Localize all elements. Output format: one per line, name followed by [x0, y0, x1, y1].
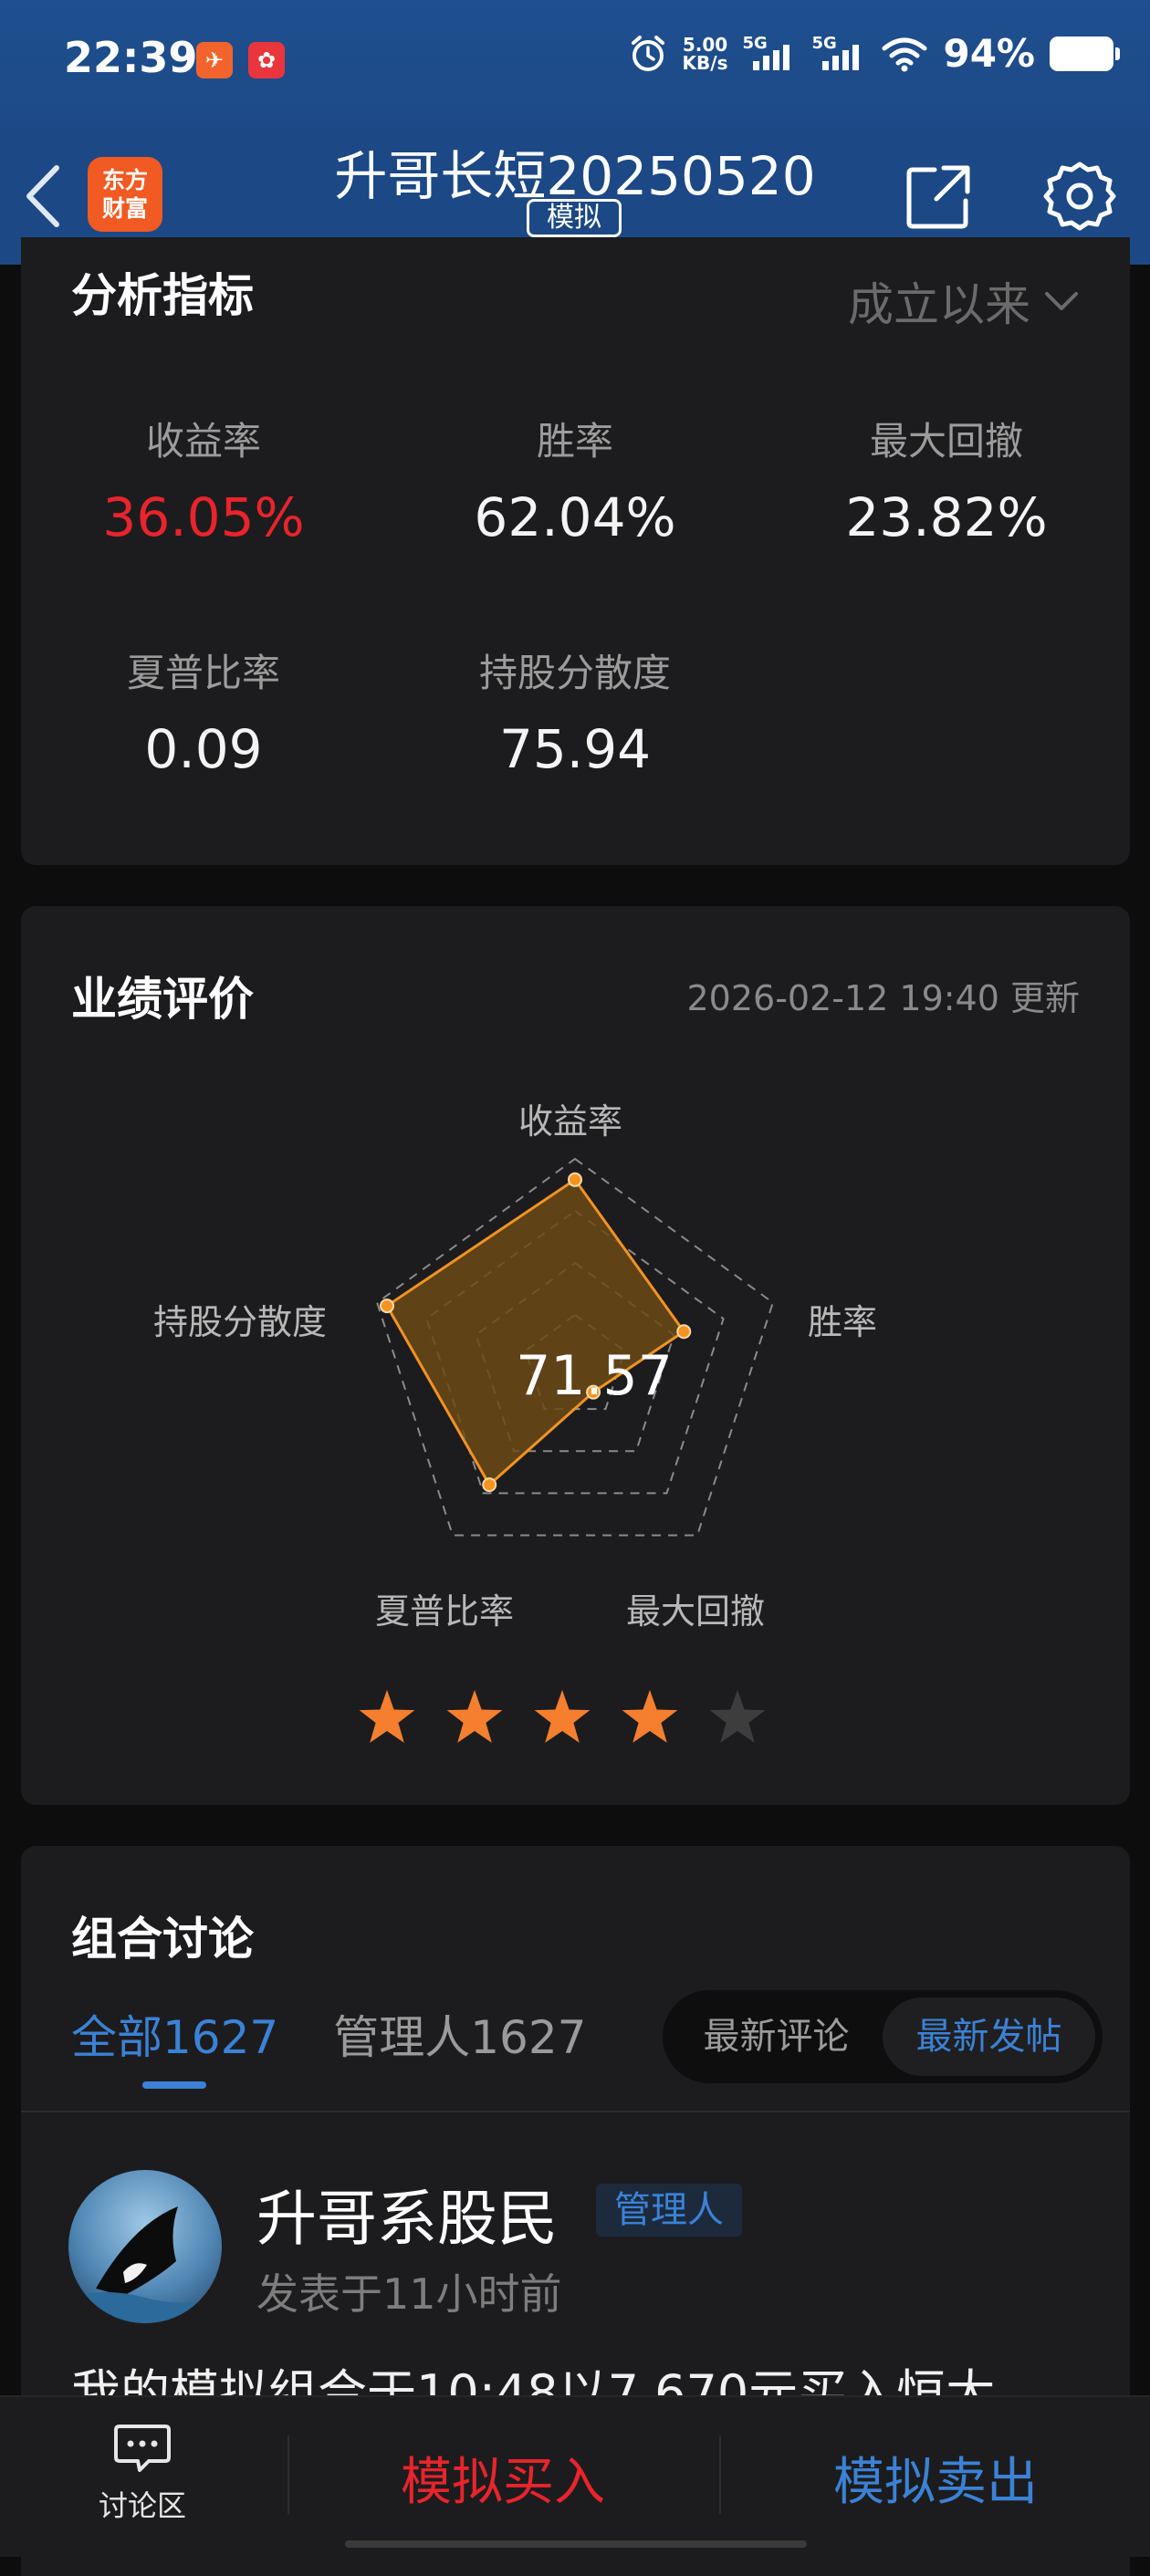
sort-latest-post[interactable]: 最新发帖 — [883, 1997, 1095, 2076]
star-filled-icon — [534, 1690, 591, 1743]
star-filled-icon — [446, 1690, 503, 1743]
gear-icon[interactable] — [1042, 159, 1117, 234]
radar-point — [380, 1298, 395, 1314]
wifi-icon — [882, 37, 927, 71]
radar-point — [482, 1477, 497, 1493]
metric-return: 收益率 36.05% — [21, 411, 386, 548]
period-label: 成立以来 — [848, 278, 1030, 331]
orca-avatar-icon — [68, 2206, 222, 2323]
alarm-icon — [631, 35, 664, 71]
discussion-tabs: 全部1627 管理人1627 — [71, 2001, 587, 2067]
avatar[interactable] — [68, 2170, 222, 2323]
metric-win-rate: 胜率 62.04% — [392, 411, 758, 548]
radar-axis-label: 夏普比率 — [375, 1591, 515, 1632]
active-tab-indicator — [142, 2081, 206, 2089]
post-time: 发表于11小时前 — [256, 2269, 562, 2319]
radar-axis-label: 最大回撤 — [626, 1591, 766, 1632]
radar-axis-label: 胜率 — [808, 1302, 878, 1342]
tab-manager[interactable]: 管理人1627 — [333, 2001, 586, 2067]
star-empty-icon — [709, 1690, 766, 1743]
performance-score: 71.57 — [516, 1344, 673, 1408]
metric-max-drawdown: 最大回撤 23.82% — [764, 411, 1129, 548]
metric-label: 最大回撤 — [869, 419, 1023, 464]
radar-axis-label: 收益率 — [518, 1101, 623, 1142]
metric-value: 23.82% — [845, 486, 1048, 548]
share-icon[interactable] — [904, 162, 973, 232]
divider — [21, 2111, 1130, 2112]
discussion-title: 组合讨论 — [71, 1913, 254, 1966]
discuss-label: 讨论区 — [98, 2488, 186, 2523]
net-speed: 5.00 KB/s — [683, 36, 728, 72]
sort-latest-comment[interactable]: 最新评论 — [670, 1997, 883, 2076]
notification-app-icon: ✿ — [248, 42, 285, 78]
radar-axis-label: 持股分散度 — [153, 1302, 328, 1342]
net-speed-unit: KB/s — [682, 51, 728, 74]
analysis-title: 分析指标 — [71, 269, 254, 322]
notification-app-icon: ✈ — [196, 42, 233, 78]
metric-sharpe: 夏普比率 0.09 — [21, 642, 386, 780]
metric-label: 持股分散度 — [478, 651, 671, 695]
metric-diversification: 持股分散度 75.94 — [392, 642, 758, 780]
metric-value: 75.94 — [498, 718, 652, 780]
simulation-tag: 模拟 — [527, 199, 622, 237]
star-filled-icon — [359, 1690, 415, 1743]
metric-label: 收益率 — [145, 419, 261, 464]
status-bar: 22:39 ✈ ✿ 5.00 KB/s 5G 5G 94% — [0, 0, 1150, 128]
home-indicator[interactable] — [345, 2540, 807, 2548]
metric-value: 0.09 — [144, 718, 263, 780]
battery-percent: 94% — [943, 31, 1035, 76]
metric-value: 36.05% — [102, 486, 305, 548]
rating-stars — [357, 1687, 768, 1747]
status-time: 22:39 — [64, 33, 198, 82]
performance-card: 业绩评价 2026-02-12 19:40 更新 收益率 胜率 最大回撤 夏普比… — [21, 906, 1130, 1805]
metric-label: 胜率 — [536, 419, 613, 464]
net-speed-value: 5.00 — [682, 33, 728, 56]
period-selector[interactable]: 成立以来 — [848, 268, 1080, 334]
discuss-button[interactable]: 讨论区 — [78, 2421, 206, 2525]
bottom-bar: 讨论区 模拟买入 模拟卖出 — [0, 2395, 1150, 2557]
simulate-buy-button[interactable]: 模拟买入 — [288, 2441, 717, 2515]
simulate-sell-button[interactable]: 模拟卖出 — [721, 2441, 1150, 2515]
star-filled-icon — [622, 1690, 678, 1743]
radar-point — [568, 1172, 582, 1187]
signal-icon: 5G — [811, 34, 866, 74]
chat-icon — [114, 2425, 171, 2472]
chevron-down-icon — [1045, 292, 1078, 310]
signal-icon: 5G — [742, 34, 797, 74]
analysis-card: 分析指标 成立以来 收益率 36.05% 胜率 62.04% 最大回撤 23.8… — [21, 237, 1130, 865]
battery-icon — [1050, 36, 1120, 71]
manager-badge: 管理人 — [596, 2184, 742, 2237]
post-author[interactable]: 升哥系股民 — [256, 2170, 558, 2258]
radar-point — [676, 1324, 692, 1340]
tab-all[interactable]: 全部1627 — [71, 2001, 278, 2067]
metric-value: 62.04% — [474, 486, 676, 548]
sort-toggle: 最新评论 最新发帖 — [663, 1990, 1103, 2083]
metric-label: 夏普比率 — [126, 651, 280, 695]
